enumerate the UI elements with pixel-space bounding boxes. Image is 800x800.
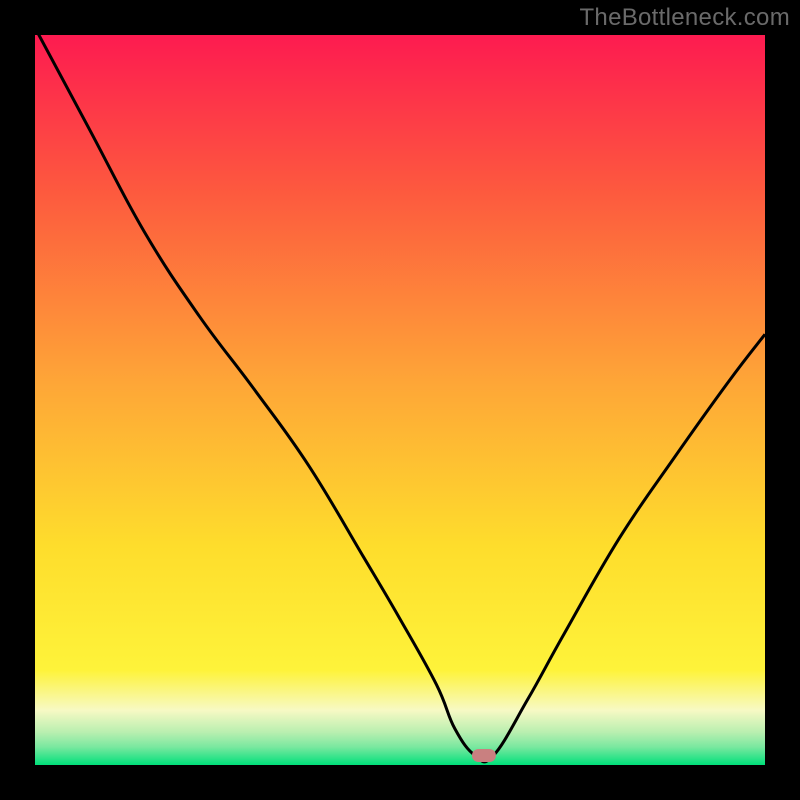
bottleneck-chart [0, 0, 800, 800]
watermark-label: TheBottleneck.com [579, 4, 790, 32]
chart-wrapper: TheBottleneck.com [0, 0, 800, 800]
plot-area-background [35, 35, 765, 765]
optimal-point-marker [472, 749, 496, 762]
